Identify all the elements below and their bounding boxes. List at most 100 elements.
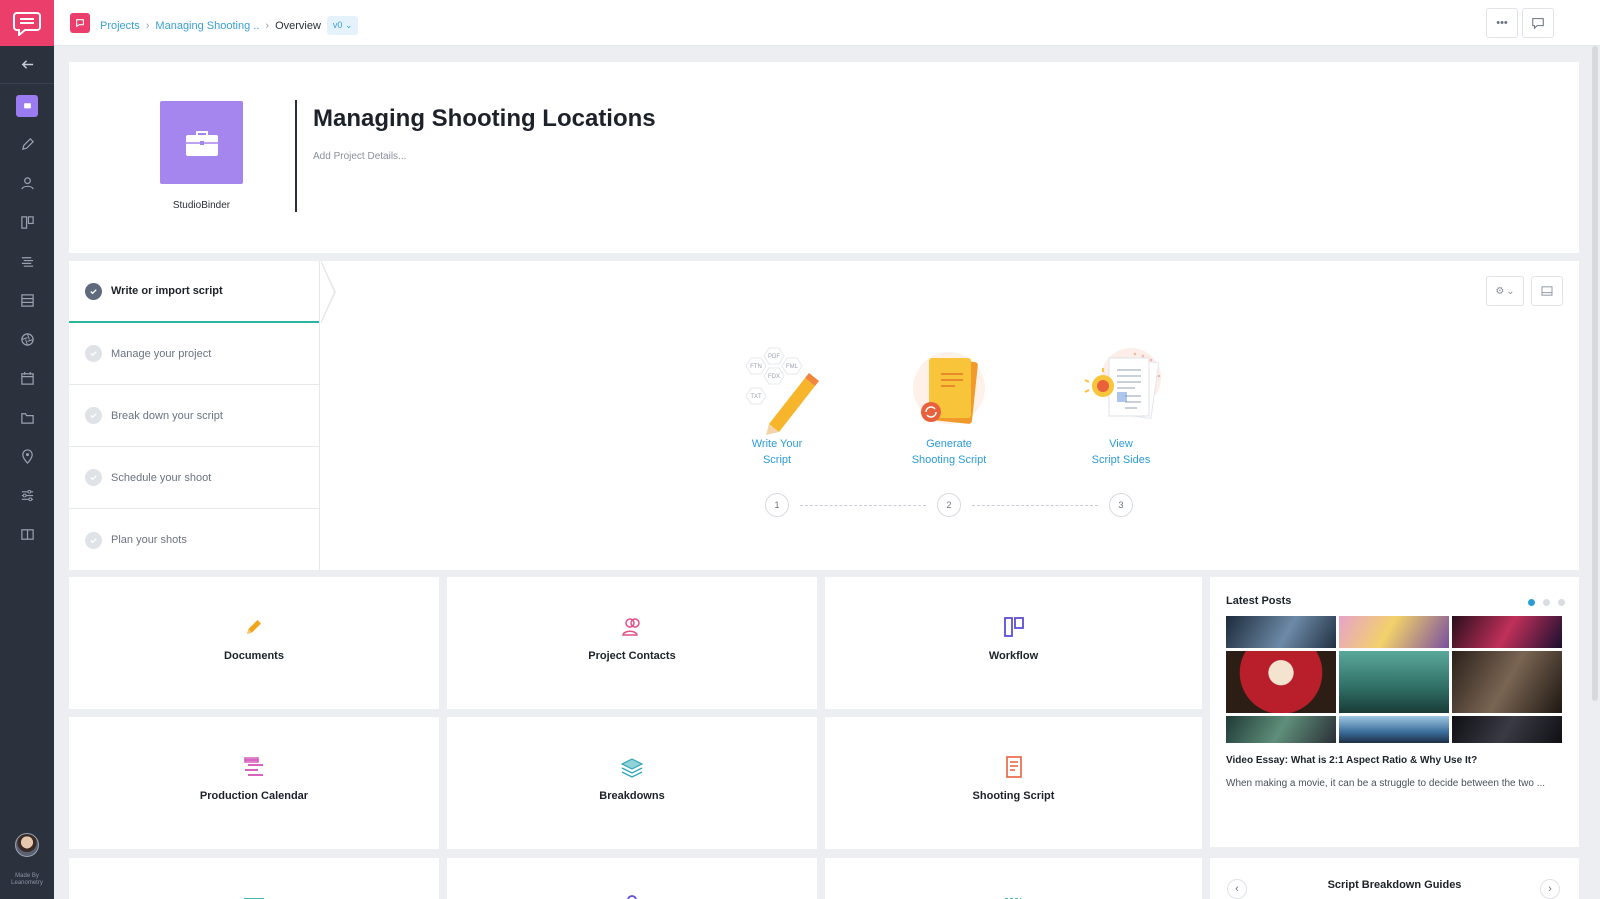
carousel-dot[interactable] xyxy=(1528,599,1535,606)
tile-label: Breakdowns xyxy=(599,790,665,802)
nav-shots[interactable] xyxy=(0,320,54,359)
format-label: TXT xyxy=(750,394,762,400)
carousel-dot[interactable] xyxy=(1558,599,1565,606)
more-options-button[interactable]: ••• xyxy=(1486,8,1518,38)
nav-documents[interactable] xyxy=(0,125,54,164)
folder-icon xyxy=(20,413,34,424)
step-item-schedule[interactable]: Schedule your shoot xyxy=(69,447,319,509)
page-scrollbar[interactable] xyxy=(1592,46,1598,701)
made-by-credit: Made By Leanometry xyxy=(0,873,54,887)
breadcrumb-projects[interactable]: Projects xyxy=(100,20,140,32)
carousel-dot[interactable] xyxy=(1543,599,1550,606)
script-breakdown-guides-card: ‹ Script Breakdown Guides › xyxy=(1210,858,1579,899)
project-contacts-tile[interactable]: Project Contacts xyxy=(447,577,817,709)
view-script-sides-action[interactable]: View Script Sides xyxy=(1061,346,1181,468)
breadcrumb-current: Overview xyxy=(275,19,321,32)
add-project-details[interactable]: Add Project Details... xyxy=(313,151,406,162)
post-thumbnail[interactable] xyxy=(1226,616,1563,745)
pencil-icon xyxy=(247,620,261,634)
step-label: Write or import script xyxy=(111,285,223,297)
chevron-down-icon: ⌄ xyxy=(344,20,353,30)
check-circle-icon xyxy=(85,345,102,362)
partial-icon xyxy=(627,895,637,899)
nav-settings[interactable] xyxy=(0,476,54,515)
workflow-tile[interactable]: Workflow xyxy=(825,577,1202,709)
nav-locations[interactable] xyxy=(0,437,54,476)
user-avatar[interactable] xyxy=(15,833,39,857)
contacts-icon xyxy=(20,177,34,190)
workflow-icon xyxy=(1003,617,1024,637)
step-number-3: 3 xyxy=(1109,493,1133,517)
format-label: FML xyxy=(786,364,799,370)
step-item-break-down[interactable]: Break down your script xyxy=(69,385,319,447)
gear-icon: ⚙ xyxy=(1495,285,1505,297)
ellipsis-icon: ••• xyxy=(1496,17,1508,29)
step-pointer xyxy=(320,261,334,323)
next-guide-button[interactable]: › xyxy=(1540,879,1560,899)
calendar-icon xyxy=(244,757,263,776)
breadcrumb: Projects › Managing Shooting .. › Overvi… xyxy=(100,16,359,35)
location-pin-icon xyxy=(21,449,33,464)
action-label-line2: Script Sides xyxy=(1091,454,1151,466)
step-label: Manage your project xyxy=(111,347,212,360)
nav-breakdowns[interactable] xyxy=(0,281,54,320)
tile-label: Documents xyxy=(224,650,284,662)
partial-icon xyxy=(244,898,264,899)
script-sides-illustration xyxy=(1073,346,1169,436)
check-circle-icon xyxy=(85,469,102,486)
workflow-icon xyxy=(20,216,34,229)
contacts-icon xyxy=(622,618,640,636)
tile-row3-1[interactable] xyxy=(69,858,439,899)
settings-dropdown-button[interactable]: ⚙ ⌄ xyxy=(1486,276,1524,306)
step-item-manage-project[interactable]: Manage your project xyxy=(69,323,319,385)
nav-contacts[interactable] xyxy=(0,164,54,203)
nav-calendar[interactable] xyxy=(0,242,54,281)
arrow-left-icon xyxy=(21,60,33,69)
chevron-right-icon: › xyxy=(265,19,270,32)
step-label: Schedule your shoot xyxy=(111,471,212,484)
write-script-action[interactable]: PDF FTN FDX FML TXT Write Your Script xyxy=(717,346,837,468)
calendar-icon xyxy=(20,371,34,385)
chevron-right-icon: › xyxy=(145,19,150,32)
project-icon xyxy=(70,13,90,33)
step-number-1: 1 xyxy=(765,493,789,517)
page-title: Managing Shooting Locations xyxy=(313,105,656,132)
documents-tile[interactable]: Documents xyxy=(69,577,439,709)
tile-label: Production Calendar xyxy=(199,790,309,802)
tile-row3-2[interactable] xyxy=(447,858,817,899)
breadcrumb-project[interactable]: Managing Shooting .. xyxy=(155,20,259,32)
step-label: Break down your script xyxy=(111,409,223,422)
collapse-panel-button[interactable] xyxy=(1531,276,1563,306)
briefcase-icon xyxy=(185,130,218,156)
back-button[interactable] xyxy=(0,46,54,84)
company-name: StudioBinder xyxy=(172,200,231,211)
chat-bubble-icon xyxy=(1532,18,1544,30)
action-label-line2: Script xyxy=(762,454,792,466)
panel-icon xyxy=(1541,286,1553,296)
generate-shooting-script-action[interactable]: Generate Shooting Script xyxy=(889,346,1009,468)
nav-schedule[interactable] xyxy=(0,359,54,398)
tile-row3-3[interactable] xyxy=(825,858,1202,899)
step-item-write-script[interactable]: Write or import script xyxy=(69,261,319,323)
breakdowns-tile[interactable]: Breakdowns xyxy=(447,717,817,849)
carousel-dots xyxy=(1528,599,1565,606)
nav-sides[interactable] xyxy=(0,515,54,554)
check-circle-icon xyxy=(85,407,102,424)
action-label-line2: Shooting Script xyxy=(911,454,987,466)
nav-workflow[interactable] xyxy=(0,203,54,242)
studiobinder-logo[interactable] xyxy=(0,0,54,46)
layers-icon xyxy=(620,758,644,778)
nav-overview[interactable] xyxy=(0,86,54,125)
step-item-plan-shots[interactable]: Plan your shots xyxy=(69,509,319,571)
version-dropdown[interactable]: v0 ⌄ xyxy=(326,16,359,35)
post-title-link[interactable]: Video Essay: What is 2:1 Aspect Ratio & … xyxy=(1226,755,1477,766)
script-formats-illustration: PDF FTN FDX FML TXT xyxy=(729,346,825,436)
nav-files[interactable] xyxy=(0,398,54,437)
shooting-script-tile[interactable]: Shooting Script xyxy=(825,717,1202,849)
chevron-down-icon: ⌄ xyxy=(1506,285,1515,297)
comments-button[interactable] xyxy=(1522,8,1554,38)
project-logo[interactable] xyxy=(160,101,243,184)
production-calendar-tile[interactable]: Production Calendar xyxy=(69,717,439,849)
chat-logo-icon xyxy=(13,12,41,36)
step-connector xyxy=(800,505,926,506)
